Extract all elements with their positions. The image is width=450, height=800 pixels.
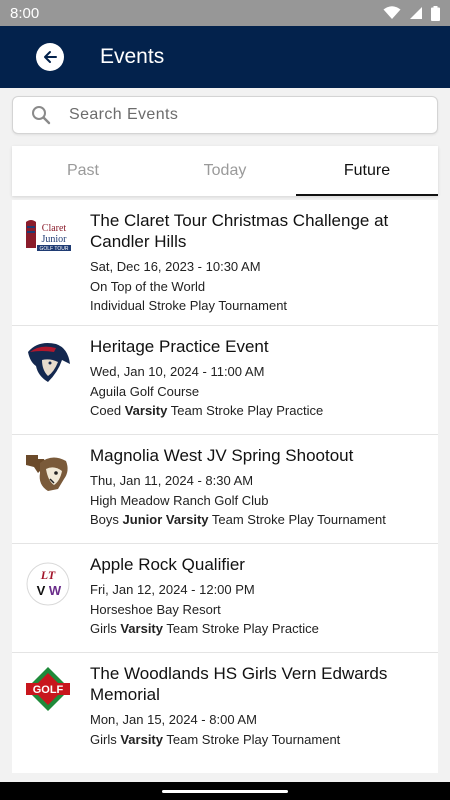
status-icons: [383, 5, 440, 21]
golf-red-green-logo: GOLF: [24, 665, 72, 713]
logo-text-golf: GOLF: [33, 684, 64, 696]
app-bar: Events: [0, 26, 450, 88]
tab-future[interactable]: Future: [296, 146, 438, 196]
event-type-suffix: Individual Stroke Play Tournament: [90, 298, 288, 313]
event-datetime: Fri, Jan 12, 2024 - 12:00 PM: [90, 582, 255, 597]
event-type-prefix: Coed: [90, 403, 122, 418]
signal-icon: [410, 7, 422, 19]
mustang-texas-logo: [24, 447, 72, 495]
event-details: Heritage Practice Event Wed, Jan 10, 202…: [90, 326, 323, 434]
event-datetime: Wed, Jan 10, 2024 - 11:00 AM: [90, 364, 265, 379]
event-type: Boys Junior Varsity Team Stroke Play Tou…: [90, 510, 386, 530]
event-type: Girls Varsity Team Stroke Play Practice: [90, 619, 319, 639]
event-row[interactable]: Heritage Practice Event Wed, Jan 10, 202…: [12, 326, 438, 435]
patriot-mascot-logo: [24, 338, 72, 386]
status-time: 8:00: [10, 4, 40, 22]
event-datetime: Thu, Jan 11, 2024 - 8:30 AM: [90, 473, 254, 488]
logo-text-claret: Claret: [42, 223, 67, 234]
ltvw-logo: LT V W: [24, 560, 72, 608]
navigation-bar: [0, 782, 450, 800]
events-list: Claret Junior GOLF TOUR The Claret Tour …: [12, 200, 438, 773]
logo-text-junior: Junior: [42, 234, 68, 245]
logo-text-w: W: [49, 583, 62, 598]
event-type-prefix: Girls: [90, 731, 117, 747]
wifi-icon: [383, 6, 401, 19]
event-details: Magnolia West JV Spring Shootout Thu, Ja…: [90, 435, 386, 543]
event-location: Aguila Golf Course: [90, 383, 200, 399]
event-title: Apple Rock Qualifier: [90, 555, 245, 574]
event-datetime: Mon, Jan 15, 2024 - 8:00 AM: [90, 712, 257, 727]
event-title: The Woodlands HS Girls Vern Edwards Memo…: [90, 664, 388, 704]
event-type: Individual Stroke Play Tournament: [90, 296, 438, 316]
tab-past[interactable]: Past: [12, 146, 154, 196]
logo-text-golf-tour: GOLF TOUR: [40, 246, 69, 252]
event-type: Coed Varsity Team Stroke Play Practice: [90, 401, 323, 421]
tab-bar: Past Today Future: [12, 146, 438, 196]
event-details: Apple Rock Qualifier Fri, Jan 12, 2024 -…: [90, 544, 319, 652]
event-type-level: Junior Varsity: [122, 512, 209, 527]
event-type-suffix: Team Stroke Play Tournament: [166, 731, 341, 747]
event-type-level: Varsity: [124, 403, 168, 418]
home-gesture-handle[interactable]: [162, 790, 288, 793]
search-box[interactable]: [12, 96, 438, 134]
event-row[interactable]: Claret Junior GOLF TOUR The Claret Tour …: [12, 200, 438, 326]
event-type-level: Varsity: [120, 731, 163, 747]
event-type: Girls Varsity Team Stroke Play Tournamen…: [90, 730, 438, 750]
event-location: High Meadow Ranch Golf Club: [90, 492, 269, 508]
event-row[interactable]: LT V W Apple Rock Qualifier Fri, Jan 12,…: [12, 544, 438, 653]
event-datetime: Sat, Dec 16, 2023 - 10:30 AM: [90, 259, 261, 274]
event-title: Heritage Practice Event: [90, 337, 269, 356]
tab-today[interactable]: Today: [154, 146, 296, 196]
status-bar: 8:00: [0, 0, 450, 26]
battery-icon: [431, 5, 440, 21]
event-location: Horseshoe Bay Resort: [90, 601, 221, 617]
event-type-suffix: Team Stroke Play Tournament: [211, 512, 386, 527]
event-type-prefix: Girls: [90, 621, 117, 636]
logo-text-v: V: [37, 583, 46, 598]
event-location: On Top of the World: [90, 278, 206, 294]
event-type-suffix: Team Stroke Play Practice: [166, 621, 319, 636]
event-row[interactable]: Magnolia West JV Spring Shootout Thu, Ja…: [12, 435, 438, 544]
page-title: Events: [100, 45, 165, 68]
search-input[interactable]: [69, 106, 369, 124]
event-title: Magnolia West JV Spring Shootout: [90, 446, 354, 465]
claret-junior-golf-tour-logo: Claret Junior GOLF TOUR: [24, 214, 72, 262]
arrow-left-icon: [44, 51, 57, 63]
event-type-prefix: Boys: [90, 512, 119, 527]
logo-text-lt: LT: [40, 568, 56, 582]
event-title: The Claret Tour Christmas Challenge at C…: [90, 211, 389, 251]
event-details: The Woodlands HS Girls Vern Edwards Memo…: [90, 653, 438, 773]
event-type-level: Varsity: [120, 621, 163, 636]
event-type-suffix: Team Stroke Play Practice: [170, 403, 324, 418]
event-details: The Claret Tour Christmas Challenge at C…: [90, 200, 438, 325]
search-icon: [31, 105, 51, 125]
event-row[interactable]: GOLF The Woodlands HS Girls Vern Edwards…: [12, 653, 438, 773]
back-button[interactable]: [36, 43, 64, 71]
